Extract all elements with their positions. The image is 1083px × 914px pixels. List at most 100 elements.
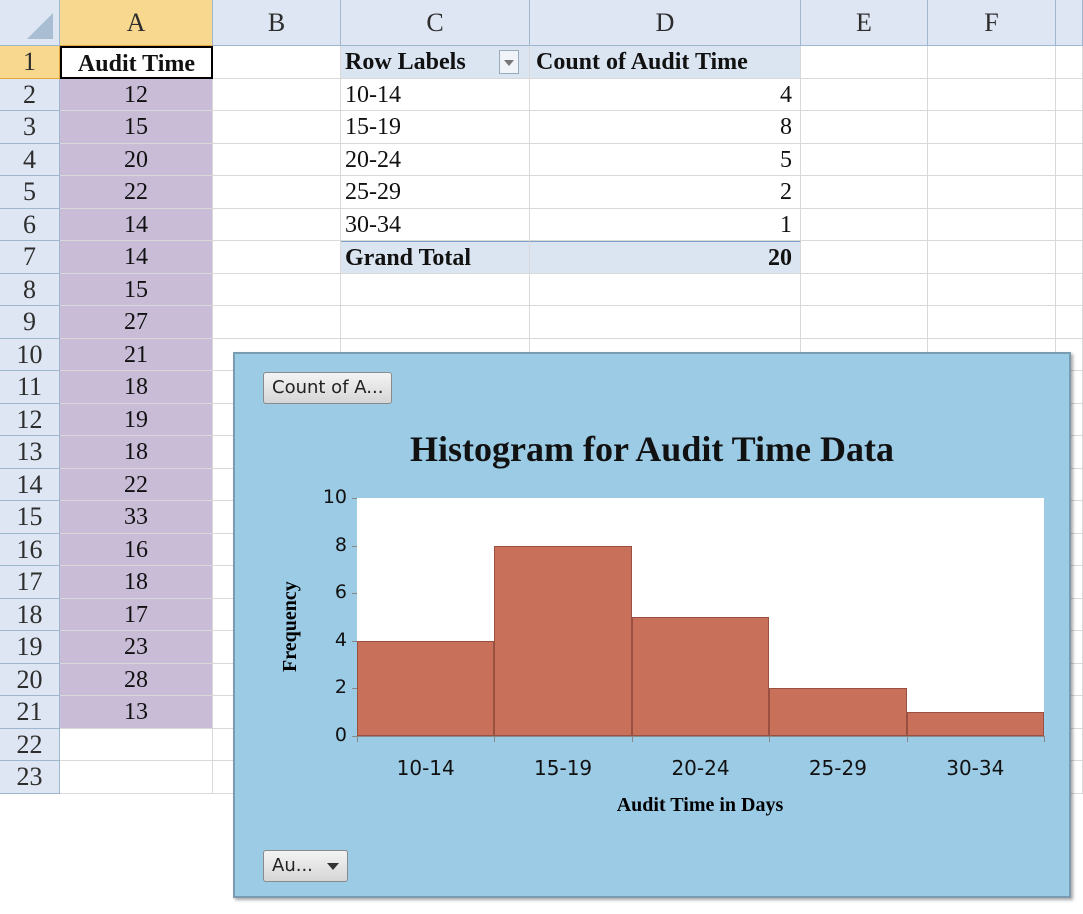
audit-time-cell[interactable]: 18 — [60, 566, 213, 599]
row-header[interactable]: 20 — [0, 663, 60, 696]
cell[interactable] — [213, 306, 341, 339]
row-header[interactable]: 19 — [0, 631, 60, 664]
cell[interactable] — [801, 78, 928, 111]
pivot-row-label[interactable]: 20-24 — [341, 143, 530, 176]
column-header-a[interactable]: A — [60, 0, 213, 46]
audit-time-cell[interactable]: 28 — [60, 663, 213, 696]
histogram-bar[interactable] — [906, 712, 1044, 736]
pivot-row-count[interactable]: 8 — [530, 111, 801, 144]
cell[interactable] — [213, 46, 341, 79]
audit-time-cell[interactable]: 17 — [60, 598, 213, 631]
histogram-bar[interactable] — [494, 545, 632, 736]
cell[interactable] — [1056, 46, 1083, 79]
audit-time-cell[interactable]: 21 — [60, 338, 213, 371]
cell[interactable] — [213, 273, 341, 306]
pivot-row-labels-header[interactable]: Row Labels — [341, 46, 530, 79]
audit-time-cell[interactable]: 20 — [60, 143, 213, 176]
row-header[interactable]: 21 — [0, 696, 60, 729]
axis-field-button[interactable]: Au... — [263, 850, 348, 882]
column-header-g-partial[interactable] — [1056, 0, 1083, 46]
cell[interactable] — [801, 143, 928, 176]
pivot-row-label[interactable]: 15-19 — [341, 111, 530, 144]
audit-time-cell[interactable]: 13 — [60, 696, 213, 729]
cell-a1-header[interactable]: Audit Time — [60, 46, 213, 79]
cell[interactable] — [801, 176, 928, 209]
row-header[interactable]: 23 — [0, 761, 60, 794]
audit-time-cell[interactable]: 23 — [60, 631, 213, 664]
cell[interactable] — [928, 241, 1056, 274]
column-header-c[interactable]: C — [341, 0, 530, 46]
histogram-bar[interactable] — [357, 640, 495, 736]
pivot-row-count[interactable]: 4 — [530, 78, 801, 111]
cell[interactable] — [1056, 208, 1083, 241]
row-header[interactable]: 11 — [0, 371, 60, 404]
row-header[interactable]: 14 — [0, 468, 60, 501]
row-header[interactable]: 4 — [0, 143, 60, 176]
column-header-d[interactable]: D — [530, 0, 801, 46]
row-header[interactable]: 13 — [0, 436, 60, 469]
cell[interactable] — [928, 78, 1056, 111]
column-header-b[interactable]: B — [213, 0, 341, 46]
cell[interactable] — [1056, 241, 1083, 274]
histogram-chart[interactable]: Count of A... Histogram for Audit Time D… — [233, 352, 1071, 898]
cell[interactable] — [928, 176, 1056, 209]
cell[interactable] — [213, 111, 341, 144]
filter-dropdown-icon[interactable] — [499, 50, 519, 74]
pivot-count-header[interactable]: Count of Audit Time — [530, 46, 801, 79]
cell[interactable] — [801, 111, 928, 144]
cell[interactable] — [1056, 306, 1083, 339]
cell[interactable] — [213, 208, 341, 241]
cell[interactable] — [801, 306, 928, 339]
pivot-row-label[interactable]: 30-34 — [341, 208, 530, 241]
cell[interactable] — [60, 728, 213, 761]
row-header[interactable]: 16 — [0, 533, 60, 566]
audit-time-cell[interactable]: 12 — [60, 78, 213, 111]
histogram-bar[interactable] — [769, 688, 907, 736]
audit-time-cell[interactable]: 16 — [60, 533, 213, 566]
row-header[interactable]: 1 — [0, 46, 60, 79]
audit-time-cell[interactable]: 27 — [60, 306, 213, 339]
pivot-row-label[interactable]: 10-14 — [341, 78, 530, 111]
cell[interactable] — [530, 273, 801, 306]
cell[interactable] — [213, 143, 341, 176]
select-all-corner[interactable] — [0, 0, 60, 46]
cell[interactable] — [341, 306, 530, 339]
row-header[interactable]: 12 — [0, 403, 60, 436]
cell[interactable] — [801, 208, 928, 241]
pivot-row-label[interactable]: 25-29 — [341, 176, 530, 209]
row-header[interactable]: 8 — [0, 273, 60, 306]
cell[interactable] — [1056, 111, 1083, 144]
cell[interactable] — [213, 241, 341, 274]
cell[interactable] — [530, 306, 801, 339]
audit-time-cell[interactable]: 33 — [60, 501, 213, 534]
audit-time-cell[interactable]: 15 — [60, 111, 213, 144]
row-header[interactable]: 15 — [0, 501, 60, 534]
cell[interactable] — [1056, 273, 1083, 306]
cell[interactable] — [1056, 78, 1083, 111]
row-header[interactable]: 5 — [0, 176, 60, 209]
audit-time-cell[interactable]: 14 — [60, 208, 213, 241]
column-header-f[interactable]: F — [928, 0, 1056, 46]
histogram-bar[interactable] — [631, 617, 770, 736]
audit-time-cell[interactable]: 22 — [60, 468, 213, 501]
cell[interactable] — [928, 208, 1056, 241]
row-header[interactable]: 17 — [0, 566, 60, 599]
row-header[interactable]: 7 — [0, 241, 60, 274]
row-header[interactable]: 18 — [0, 598, 60, 631]
audit-time-cell[interactable]: 18 — [60, 371, 213, 404]
cell[interactable] — [213, 176, 341, 209]
cell[interactable] — [341, 273, 530, 306]
cell[interactable] — [60, 761, 213, 794]
row-header[interactable]: 9 — [0, 306, 60, 339]
cell[interactable] — [928, 273, 1056, 306]
audit-time-cell[interactable]: 15 — [60, 273, 213, 306]
row-header[interactable]: 22 — [0, 728, 60, 761]
audit-time-cell[interactable]: 19 — [60, 403, 213, 436]
column-header-e[interactable]: E — [801, 0, 928, 46]
cell[interactable] — [928, 143, 1056, 176]
cell[interactable] — [801, 241, 928, 274]
cell[interactable] — [1056, 143, 1083, 176]
pivot-grand-total-label[interactable]: Grand Total — [341, 241, 530, 274]
row-header[interactable]: 6 — [0, 208, 60, 241]
row-header[interactable]: 2 — [0, 78, 60, 111]
